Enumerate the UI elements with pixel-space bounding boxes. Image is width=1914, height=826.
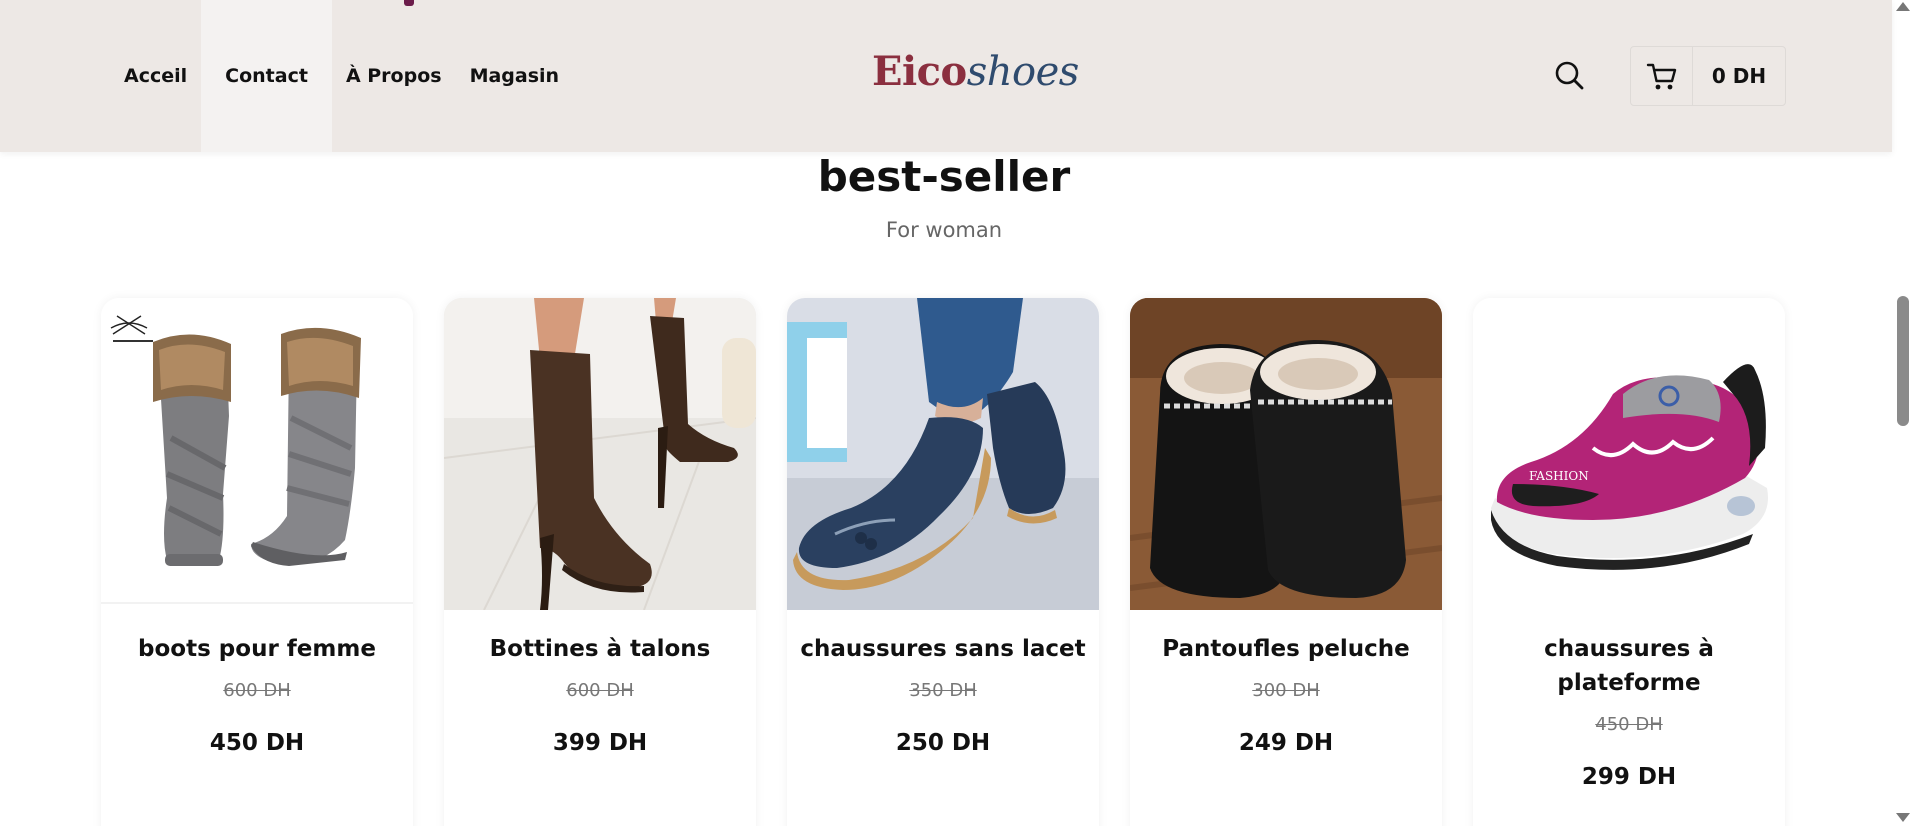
nav-contact[interactable]: Contact [201,0,332,152]
search-button[interactable] [1552,58,1588,94]
product-image[interactable] [787,298,1099,610]
cart-button[interactable]: 0 DH [1630,46,1786,106]
product-old-price: 450 DH [1595,714,1663,735]
cart-total: 0 DH [1711,64,1767,88]
nav-magasin[interactable]: Magasin [456,0,574,152]
scrollbar-thumb[interactable] [1897,296,1909,426]
product-old-price: 600 DH [566,680,634,701]
product-image[interactable] [444,298,756,610]
cart-icon-cell [1631,47,1693,105]
product-old-price: 300 DH [1252,680,1320,701]
site-logo[interactable]: Eicoshoes [872,48,1079,95]
cart-icon [1646,63,1676,90]
logo-part-2: shoes [966,49,1080,95]
product-card[interactable]: Pantoufles peluche 300 DH 249 DH [1130,298,1442,826]
nav-a-propos[interactable]: À Propos [332,0,456,152]
main-nav: Acceil Contact À Propos Magasin [110,0,573,152]
product-price: 299 DH [1581,764,1677,790]
product-name[interactable]: boots pour femme [111,632,403,666]
nav-acceil[interactable]: Acceil [110,0,201,152]
product-name[interactable]: chaussures sans lacet [797,632,1089,666]
product-name[interactable]: chaussures à plateforme [1483,632,1775,700]
product-price: 450 DH [209,730,305,756]
section-title: best-seller [817,152,1071,201]
product-price: 249 DH [1238,730,1334,756]
product-name[interactable]: Pantoufles peluche [1140,632,1432,666]
section-subtitle: For woman [885,218,1003,242]
product-old-price: 350 DH [909,680,977,701]
product-card[interactable]: Bottines à talons 600 DH 399 DH [444,298,756,826]
product-image[interactable] [101,298,413,610]
product-name[interactable]: Bottines à talons [454,632,746,666]
page-scrollbar[interactable] [1892,0,1914,826]
product-price: 399 DH [552,730,648,756]
product-old-price: 600 DH [223,680,291,701]
scroll-up-arrow-icon[interactable] [1896,2,1910,11]
product-image[interactable]: FASHION [1473,298,1785,610]
scroll-down-arrow-icon[interactable] [1896,813,1910,822]
logo-part-1: Eico [872,48,967,95]
product-card[interactable]: chaussures sans lacet 350 DH 250 DH [787,298,1099,826]
product-image-text: FASHION [1529,469,1589,483]
product-card[interactable]: boots pour femme 600 DH 450 DH [101,298,413,826]
site-header: Acceil Contact À Propos Magasin Eicoshoe… [0,0,1892,152]
product-price: 250 DH [895,730,991,756]
search-icon [1555,61,1584,90]
product-image[interactable] [1130,298,1442,610]
product-card[interactable]: FASHION chaussures à plateforme 450 DH 2… [1473,298,1785,826]
